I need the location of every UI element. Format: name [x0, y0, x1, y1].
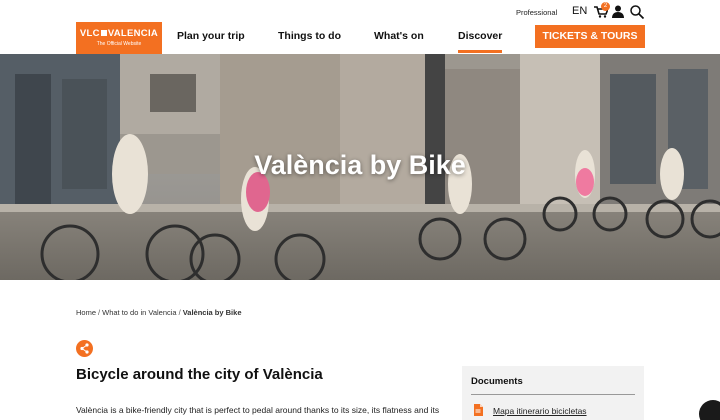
breadcrumb-home[interactable]: Home [76, 308, 96, 317]
nav-whats-on[interactable]: What's on [374, 22, 424, 54]
hero-banner: València by Bike [0, 54, 720, 280]
nav-plan-your-trip[interactable]: Plan your trip [177, 22, 245, 54]
logo-tagline: The Official Website [96, 41, 142, 47]
breadcrumb-current: València by Bike [182, 308, 242, 317]
documents-title: Documents [471, 376, 523, 387]
site-logo[interactable]: VLC VALENCIA The Official Website [76, 22, 162, 54]
nav-discover[interactable]: Discover [458, 22, 503, 54]
breadcrumb-what-to-do[interactable]: What to do in Valencia [102, 308, 177, 317]
user-icon[interactable] [612, 5, 624, 18]
section-heading: Bicycle around the city of València [76, 366, 323, 383]
cart-count-badge: 2 [601, 2, 610, 11]
hero-title: València by Bike [254, 150, 466, 180]
professional-link[interactable]: Professional [516, 8, 557, 17]
logo-text: VLC VALENCIA [79, 28, 159, 39]
documents-divider [471, 394, 635, 395]
document-link[interactable]: Mapa itinerario bicicletas [493, 406, 587, 416]
documents-panel: Documents Mapa itinerario bicicletas [462, 366, 644, 420]
breadcrumb: Home / What to do in Valencia / València by … [76, 308, 242, 317]
nav-things-to-do[interactable]: Things to do [278, 22, 341, 54]
share-button[interactable] [76, 340, 93, 357]
site-header: VLC VALENCIA The Official Website Plan yo… [0, 0, 720, 54]
breadcrumb-separator: / [98, 308, 101, 317]
tickets-tours-button[interactable]: TICKETS & TOURS [535, 25, 645, 48]
language-selector[interactable]: EN [572, 5, 587, 17]
search-icon[interactable] [630, 5, 644, 19]
pdf-file-icon [474, 404, 483, 416]
chat-button[interactable] [699, 400, 720, 420]
breadcrumb-separator: / [178, 308, 181, 317]
share-icon [80, 343, 89, 354]
intro-paragraph: València is a bike-friendly city that is… [76, 405, 440, 415]
